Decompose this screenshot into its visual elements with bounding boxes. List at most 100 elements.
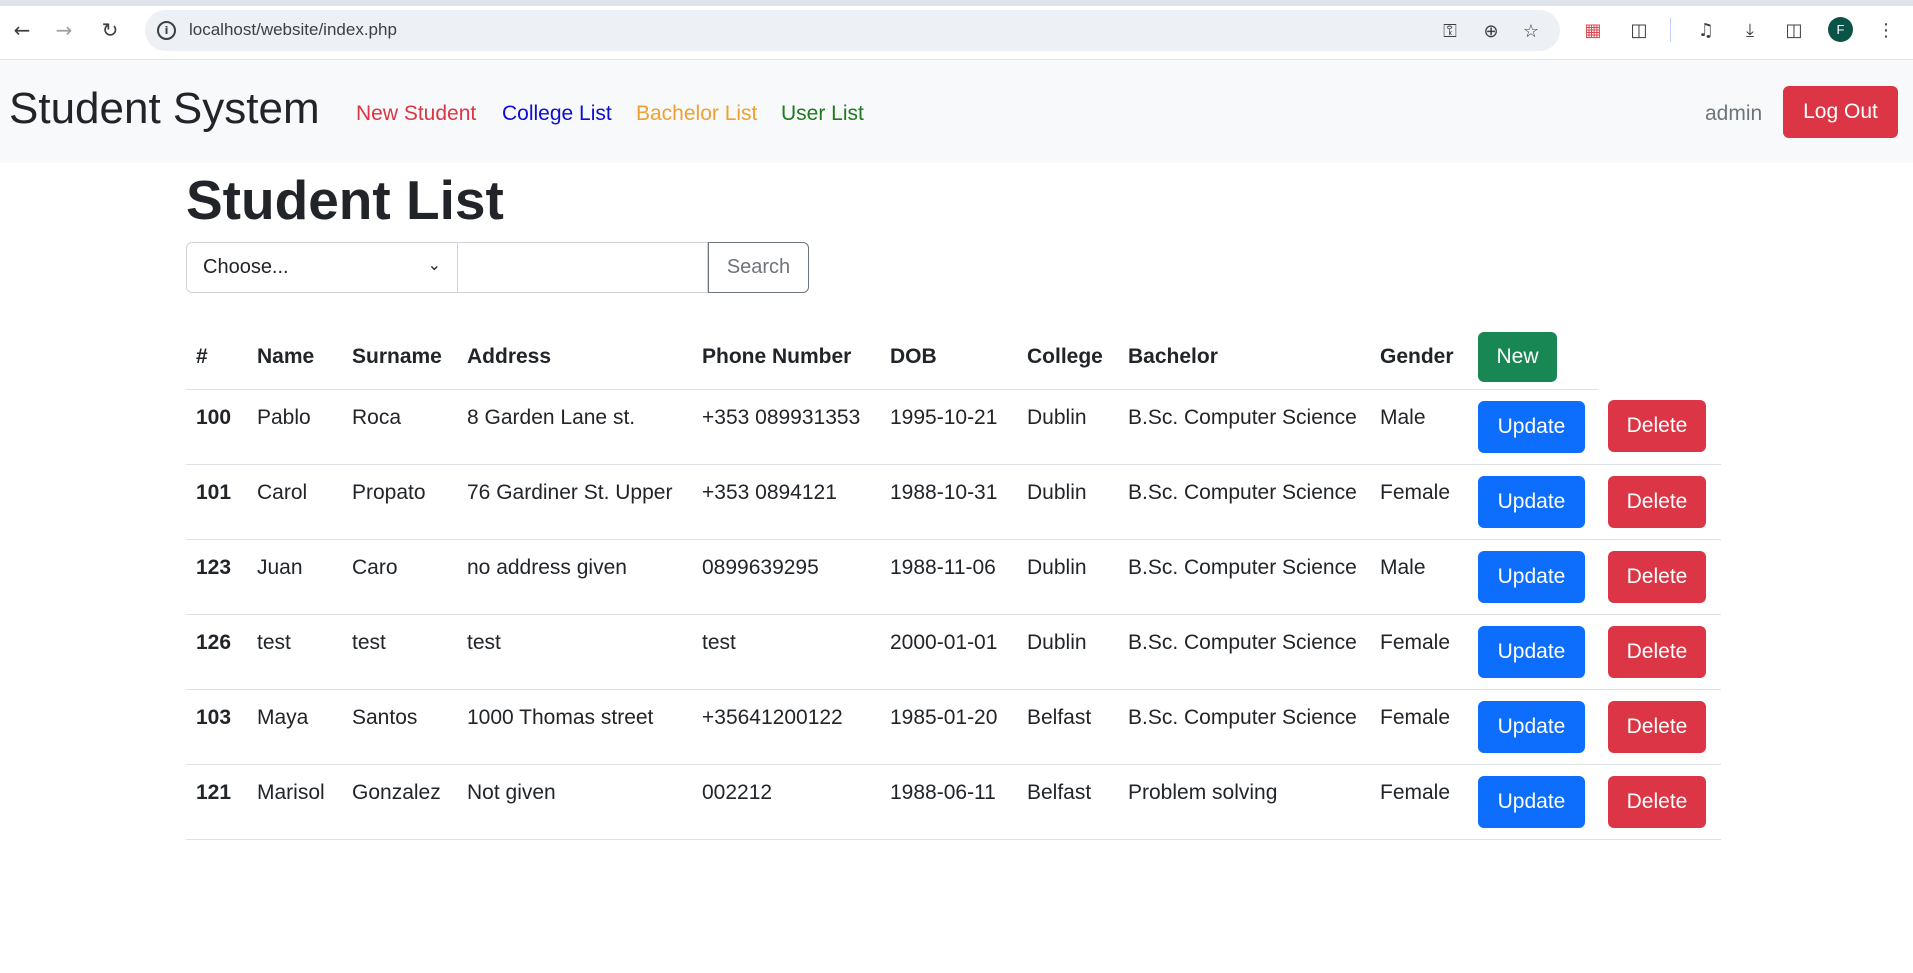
forward-arrow-icon[interactable]: → xyxy=(50,16,78,44)
profile-avatar[interactable]: F xyxy=(1828,17,1853,42)
cell-gender: Female xyxy=(1370,614,1468,690)
table-row: 123 Juan Caro no address given 0899639295 198… xyxy=(186,539,1721,615)
table-header-row: # Name Surname Address Phone Number DOB … xyxy=(186,325,1721,390)
cell-id: 100 xyxy=(186,389,247,465)
cell-surname: test xyxy=(342,614,457,690)
side-panel-icon[interactable]: ◫ xyxy=(1780,16,1808,44)
cell-bachelor: B.Sc. Computer Science xyxy=(1118,389,1370,465)
cell-delete: Delete xyxy=(1598,539,1721,615)
menu-kebab-icon[interactable]: ⋮ xyxy=(1872,16,1900,44)
cell-name: Maya xyxy=(247,689,342,765)
cell-gender: Female xyxy=(1370,689,1468,765)
cell-id: 121 xyxy=(186,764,247,840)
table-row: 101 Carol Propato 76 Gardiner St. Upper +353… xyxy=(186,464,1721,540)
cell-phone: +35641200122 xyxy=(692,689,880,765)
cell-update: Update xyxy=(1468,764,1598,840)
download-icon[interactable]: ⤓ xyxy=(1736,16,1764,44)
cell-name: Marisol xyxy=(247,764,342,840)
nav-link-new-student[interactable]: New Student xyxy=(356,102,476,126)
cell-bachelor: B.Sc. Computer Science xyxy=(1118,614,1370,690)
cell-bachelor: Problem solving xyxy=(1118,764,1370,840)
update-button[interactable]: Update xyxy=(1478,475,1585,528)
cell-bachelor: B.Sc. Computer Science xyxy=(1118,464,1370,540)
update-button[interactable]: Update xyxy=(1478,775,1585,828)
delete-button[interactable]: Delete xyxy=(1608,400,1706,452)
delete-button[interactable]: Delete xyxy=(1608,700,1706,753)
cell-dob: 1988-06-11 xyxy=(880,764,1017,840)
reader-extension-icon[interactable]: ▦ xyxy=(1579,16,1607,44)
delete-button[interactable]: Delete xyxy=(1608,775,1706,828)
media-queue-icon[interactable]: ♫ xyxy=(1692,16,1720,44)
col-header-college: College xyxy=(1017,325,1118,390)
cell-name: Juan xyxy=(247,539,342,615)
back-arrow-icon[interactable]: ← xyxy=(8,16,36,44)
cell-bachelor: B.Sc. Computer Science xyxy=(1118,689,1370,765)
cell-gender: Male xyxy=(1370,539,1468,615)
nav-link-user-list[interactable]: User List xyxy=(781,102,864,126)
toolbar-separator xyxy=(1670,18,1671,42)
page-title: Student List xyxy=(186,169,504,231)
delete-button[interactable]: Delete xyxy=(1608,475,1706,528)
search-field-select[interactable]: Choose... ⌄ xyxy=(186,242,458,293)
cell-dob: 1985-01-20 xyxy=(880,689,1017,765)
cell-address: Not given xyxy=(457,764,692,840)
browser-toolbar: ← → ↻ i localhost/website/index.php ⚿ ⊕ … xyxy=(0,0,1913,60)
students-table: # Name Surname Address Phone Number DOB … xyxy=(186,325,1721,840)
new-student-button[interactable]: New xyxy=(1478,331,1557,382)
cell-gender: Male xyxy=(1370,389,1468,465)
cell-dob: 1988-11-06 xyxy=(880,539,1017,615)
cell-address: no address given xyxy=(457,539,692,615)
col-header-phone: Phone Number xyxy=(692,325,880,390)
site-info-icon[interactable]: i xyxy=(157,21,176,40)
cell-name: test xyxy=(247,614,342,690)
cell-phone: test xyxy=(692,614,880,690)
delete-button[interactable]: Delete xyxy=(1608,550,1706,603)
site-navbar: Student System New Student College List … xyxy=(0,60,1913,163)
cell-delete: Delete xyxy=(1598,464,1721,540)
cell-id: 103 xyxy=(186,689,247,765)
url-text[interactable]: localhost/website/index.php xyxy=(189,20,397,40)
cell-phone: +353 089931353 xyxy=(692,389,880,465)
logout-button[interactable]: Log Out xyxy=(1783,86,1898,138)
select-value: Choose... xyxy=(203,256,289,278)
nav-link-bachelor-list[interactable]: Bachelor List xyxy=(636,102,757,126)
table-row: 121 Marisol Gonzalez Not given 002212 1988-06… xyxy=(186,764,1721,840)
cell-id: 126 xyxy=(186,614,247,690)
key-icon[interactable]: ⚿ xyxy=(1438,19,1462,43)
cell-phone: 002212 xyxy=(692,764,880,840)
col-header-gender: Gender xyxy=(1370,325,1468,390)
bookmark-star-icon[interactable]: ☆ xyxy=(1519,19,1543,43)
cell-update: Update xyxy=(1468,389,1598,465)
brand-title[interactable]: Student System xyxy=(9,84,320,134)
cell-college: Belfast xyxy=(1017,689,1118,765)
address-bar[interactable]: i localhost/website/index.php ⚿ ⊕ ☆ xyxy=(145,10,1560,51)
col-header-bachelor: Bachelor xyxy=(1118,325,1370,390)
search-button[interactable]: Search xyxy=(708,242,809,293)
tab-strip-edge xyxy=(0,0,1913,6)
table-row: 126 test test test test 2000-01-01 Dublin B.Sc.… xyxy=(186,614,1721,690)
cell-surname: Santos xyxy=(342,689,457,765)
search-form: Choose... ⌄ Search xyxy=(186,242,809,293)
search-input[interactable] xyxy=(458,242,708,293)
cell-gender: Female xyxy=(1370,464,1468,540)
cell-surname: Caro xyxy=(342,539,457,615)
cell-update: Update xyxy=(1468,614,1598,690)
delete-button[interactable]: Delete xyxy=(1608,625,1706,678)
update-button[interactable]: Update xyxy=(1478,400,1585,453)
cell-delete: Delete xyxy=(1598,389,1721,465)
col-header-actions: New xyxy=(1468,325,1598,390)
update-button[interactable]: Update xyxy=(1478,700,1585,753)
reload-icon[interactable]: ↻ xyxy=(96,16,124,44)
cell-dob: 1988-10-31 xyxy=(880,464,1017,540)
cell-name: Carol xyxy=(247,464,342,540)
nav-link-college-list[interactable]: College List xyxy=(502,102,612,126)
table-body: 100 Pablo Roca 8 Garden Lane st. +353 089931… xyxy=(186,389,1721,840)
zoom-icon[interactable]: ⊕ xyxy=(1479,19,1503,43)
cell-update: Update xyxy=(1468,464,1598,540)
cell-college: Dublin xyxy=(1017,389,1118,465)
update-button[interactable]: Update xyxy=(1478,550,1585,603)
update-button[interactable]: Update xyxy=(1478,625,1585,678)
extensions-puzzle-icon[interactable]: ◫ xyxy=(1625,16,1653,44)
col-header-address: Address xyxy=(457,325,692,390)
cell-phone: +353 0894121 xyxy=(692,464,880,540)
